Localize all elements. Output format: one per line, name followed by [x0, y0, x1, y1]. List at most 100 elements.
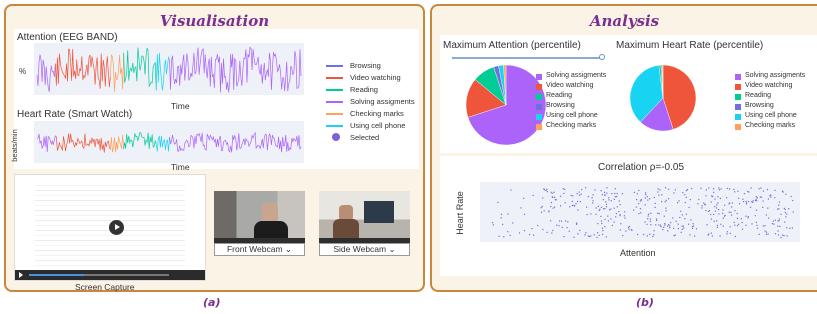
scatter-point — [542, 228, 544, 231]
slider-handle[interactable] — [599, 54, 605, 60]
scatter-point — [733, 221, 735, 223]
scatter-point — [777, 220, 779, 222]
caption-b: (b) — [636, 296, 654, 309]
scatter-point — [615, 216, 617, 218]
scatter-point — [757, 227, 759, 229]
scatter-point — [677, 202, 679, 204]
percentile-slider[interactable] — [452, 54, 605, 60]
legend-item[interactable]: Solving assigments — [350, 97, 415, 106]
scatter-point — [684, 202, 686, 204]
scatter-point — [689, 199, 691, 201]
front-webcam-video[interactable] — [214, 191, 305, 243]
scatter-point — [664, 223, 666, 225]
front-webcam-select[interactable]: Front Webcam ⌄ — [214, 243, 305, 256]
scatter-point — [572, 195, 574, 197]
scatter-point — [667, 230, 669, 232]
heart-line-chart[interactable] — [34, 121, 304, 163]
legend-item[interactable]: Browsing — [350, 61, 381, 70]
screen-capture-controls[interactable] — [15, 270, 205, 280]
legend-item[interactable]: Video watching — [350, 73, 401, 82]
scatter-point — [673, 192, 675, 194]
legend-line — [326, 101, 343, 103]
pie-charts-card: Maximum Attention (percentile) Maximum H… — [440, 35, 817, 153]
legend-item[interactable]: Checking marks — [546, 122, 596, 129]
attention-ylabel: % — [19, 67, 27, 76]
scatter-point — [706, 224, 708, 226]
screen-capture-video[interactable]: Screen Capture — [14, 174, 206, 292]
side-webcam-select[interactable]: Side Webcam ⌄ — [319, 243, 410, 256]
play-button[interactable] — [109, 220, 124, 235]
scatter-point — [783, 235, 785, 237]
scatter-point — [704, 203, 706, 205]
legend-item[interactable]: Solving assigments — [546, 72, 606, 79]
legend-line — [326, 113, 343, 115]
scatter-point — [686, 189, 689, 191]
scatter-point — [740, 218, 742, 220]
scatter-point — [663, 215, 665, 217]
scatter-point — [689, 234, 691, 236]
legend-item[interactable]: Checking marks — [350, 109, 404, 118]
legend-item[interactable]: Selected — [350, 133, 379, 142]
legend-item[interactable]: Video watching — [745, 82, 792, 89]
scatter-point — [592, 194, 594, 196]
scatter-point — [605, 236, 607, 238]
scatter-point — [661, 194, 663, 196]
attention-line-chart[interactable] — [34, 43, 304, 95]
legend-swatch — [536, 114, 542, 120]
scatter-point — [712, 195, 714, 198]
attention-pie-chart[interactable] — [465, 64, 556, 155]
seek-bar[interactable] — [29, 274, 169, 276]
legend-line — [326, 89, 343, 91]
scatter-point — [587, 235, 589, 237]
scatter-point — [606, 187, 608, 189]
legend-swatch — [735, 84, 741, 90]
scatter-point — [564, 188, 566, 190]
timeseries-card: Attention (EEG BAND) % Time Heart Rate (… — [10, 29, 419, 172]
legend-item[interactable]: Using cell phone — [745, 112, 797, 119]
heart-rate-pie-chart[interactable] — [629, 64, 700, 135]
scatter-point — [601, 194, 603, 196]
scatter-point — [778, 201, 781, 203]
legend-item[interactable]: Using cell phone — [546, 112, 598, 119]
scatter-point — [624, 211, 626, 213]
scatter-point — [658, 213, 660, 215]
scatter-point — [563, 236, 565, 238]
correlation-scatter-plot[interactable] — [480, 182, 800, 242]
legend-item[interactable]: Using cell phone — [350, 121, 405, 130]
scatter-point — [774, 219, 776, 221]
scatter-point — [736, 217, 738, 219]
scatter-point — [726, 197, 728, 199]
scatter-point — [500, 217, 502, 219]
heart-ylabel: beats/min — [9, 129, 19, 162]
scatter-point — [771, 223, 773, 225]
scatter-point — [758, 188, 760, 190]
scatter-point — [618, 211, 620, 213]
legend-item[interactable]: Browsing — [745, 102, 774, 109]
scatter-point — [607, 215, 609, 217]
scatter-point — [700, 187, 702, 189]
side-webcam-video[interactable] — [319, 191, 410, 243]
scatter-point — [614, 192, 616, 195]
scatter-point — [768, 217, 770, 219]
legend-item[interactable]: Checking marks — [745, 122, 795, 129]
legend-item[interactable]: Reading — [350, 85, 378, 94]
legend-item[interactable]: Reading — [546, 92, 572, 99]
scatter-point — [646, 196, 648, 198]
legend-item[interactable]: Video watching — [546, 82, 593, 89]
scatter-point — [767, 233, 769, 235]
scatter-point — [708, 187, 710, 189]
legend-item[interactable]: Reading — [745, 92, 771, 99]
legend-item[interactable]: Browsing — [546, 102, 575, 109]
scatter-point — [661, 201, 663, 203]
scatter-point — [764, 230, 766, 232]
scatter-point — [654, 206, 656, 208]
scatter-point — [662, 228, 664, 231]
scatter-point — [660, 226, 662, 228]
scatter-point — [571, 204, 573, 207]
scatter-point — [778, 218, 780, 220]
correlation-title: Correlation ρ=-0.05 — [598, 162, 685, 173]
scatter-point — [710, 232, 712, 234]
legend-item[interactable]: Solving assigments — [745, 72, 805, 79]
scatter-point — [673, 235, 675, 237]
scatter-point — [643, 233, 645, 236]
